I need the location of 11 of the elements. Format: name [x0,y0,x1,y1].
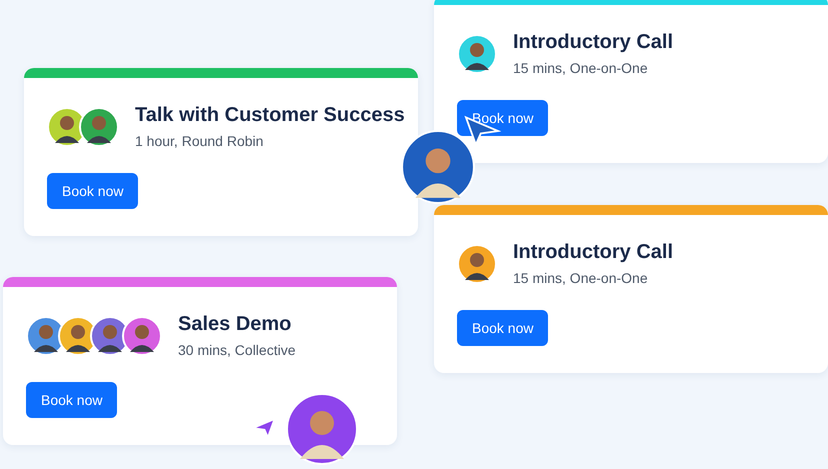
book-now-button[interactable]: Book now [26,382,118,418]
event-details: 15 mins, One-on-One [513,270,649,286]
event-title: Introductory Call [513,241,674,264]
event-details: 15 mins, One-on-One [513,60,649,76]
event-details: 30 mins, Collective [178,342,296,358]
event-title: Talk with Customer Success [135,104,405,127]
book-now-button[interactable]: Book now [47,173,138,209]
book-now-button[interactable]: Book now [457,310,548,346]
event-title: Introductory Call [513,31,674,54]
event-title: Sales Demo [178,313,292,336]
event-details: 1 hour, Round Robin [135,133,264,149]
